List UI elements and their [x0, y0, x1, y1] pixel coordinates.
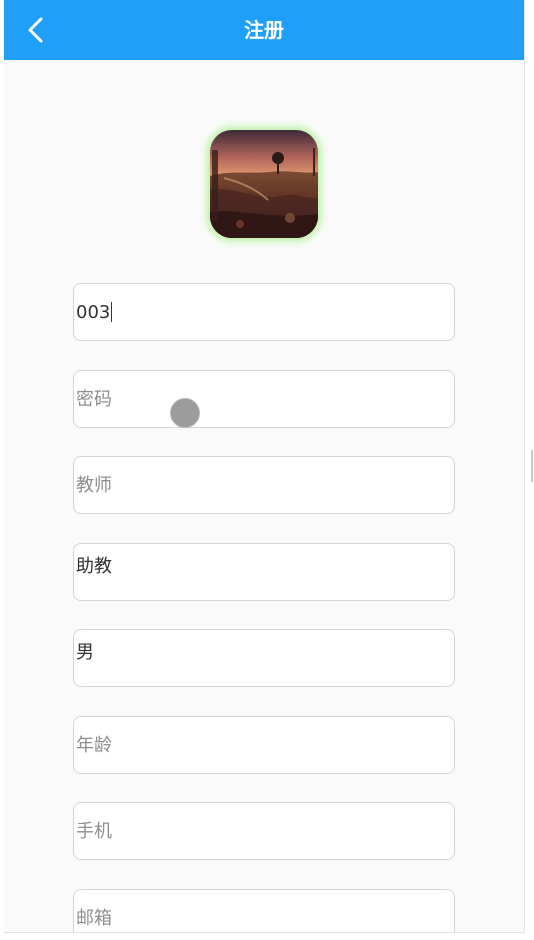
age-field[interactable]: 年龄 — [73, 716, 455, 774]
avatar-landscape-photo — [210, 130, 318, 238]
password-placeholder: 密码 — [76, 389, 112, 410]
page-title: 注册 — [244, 18, 284, 42]
avatar-image[interactable] — [210, 130, 318, 238]
role-field[interactable]: 教师 — [73, 456, 455, 514]
title-value: 助教 — [76, 556, 112, 577]
touch-indicator — [170, 398, 200, 428]
chevron-left-icon — [28, 17, 43, 43]
edge-scroll-mark — [531, 450, 533, 482]
role-placeholder: 教师 — [76, 475, 112, 496]
top-bar: 注册 — [4, 0, 524, 60]
gender-field[interactable]: 男 — [73, 629, 455, 687]
text-cursor — [111, 302, 113, 322]
account-field[interactable]: 003 — [73, 283, 455, 341]
account-input-value: 003 — [76, 302, 113, 323]
phone-placeholder: 手机 — [76, 821, 112, 842]
phone-field[interactable]: 手机 — [73, 802, 455, 860]
email-placeholder: 邮箱 — [76, 908, 112, 929]
gender-value: 男 — [76, 642, 94, 663]
password-field[interactable]: 密码 — [73, 370, 455, 428]
title-field[interactable]: 助教 — [73, 543, 455, 601]
register-screen: 注册 003 密码 教师 助教 男 年龄 手机 邮箱 — [4, 0, 525, 933]
email-field[interactable]: 邮箱 — [73, 889, 455, 932]
back-button[interactable] — [18, 12, 54, 48]
age-placeholder: 年龄 — [76, 735, 112, 756]
